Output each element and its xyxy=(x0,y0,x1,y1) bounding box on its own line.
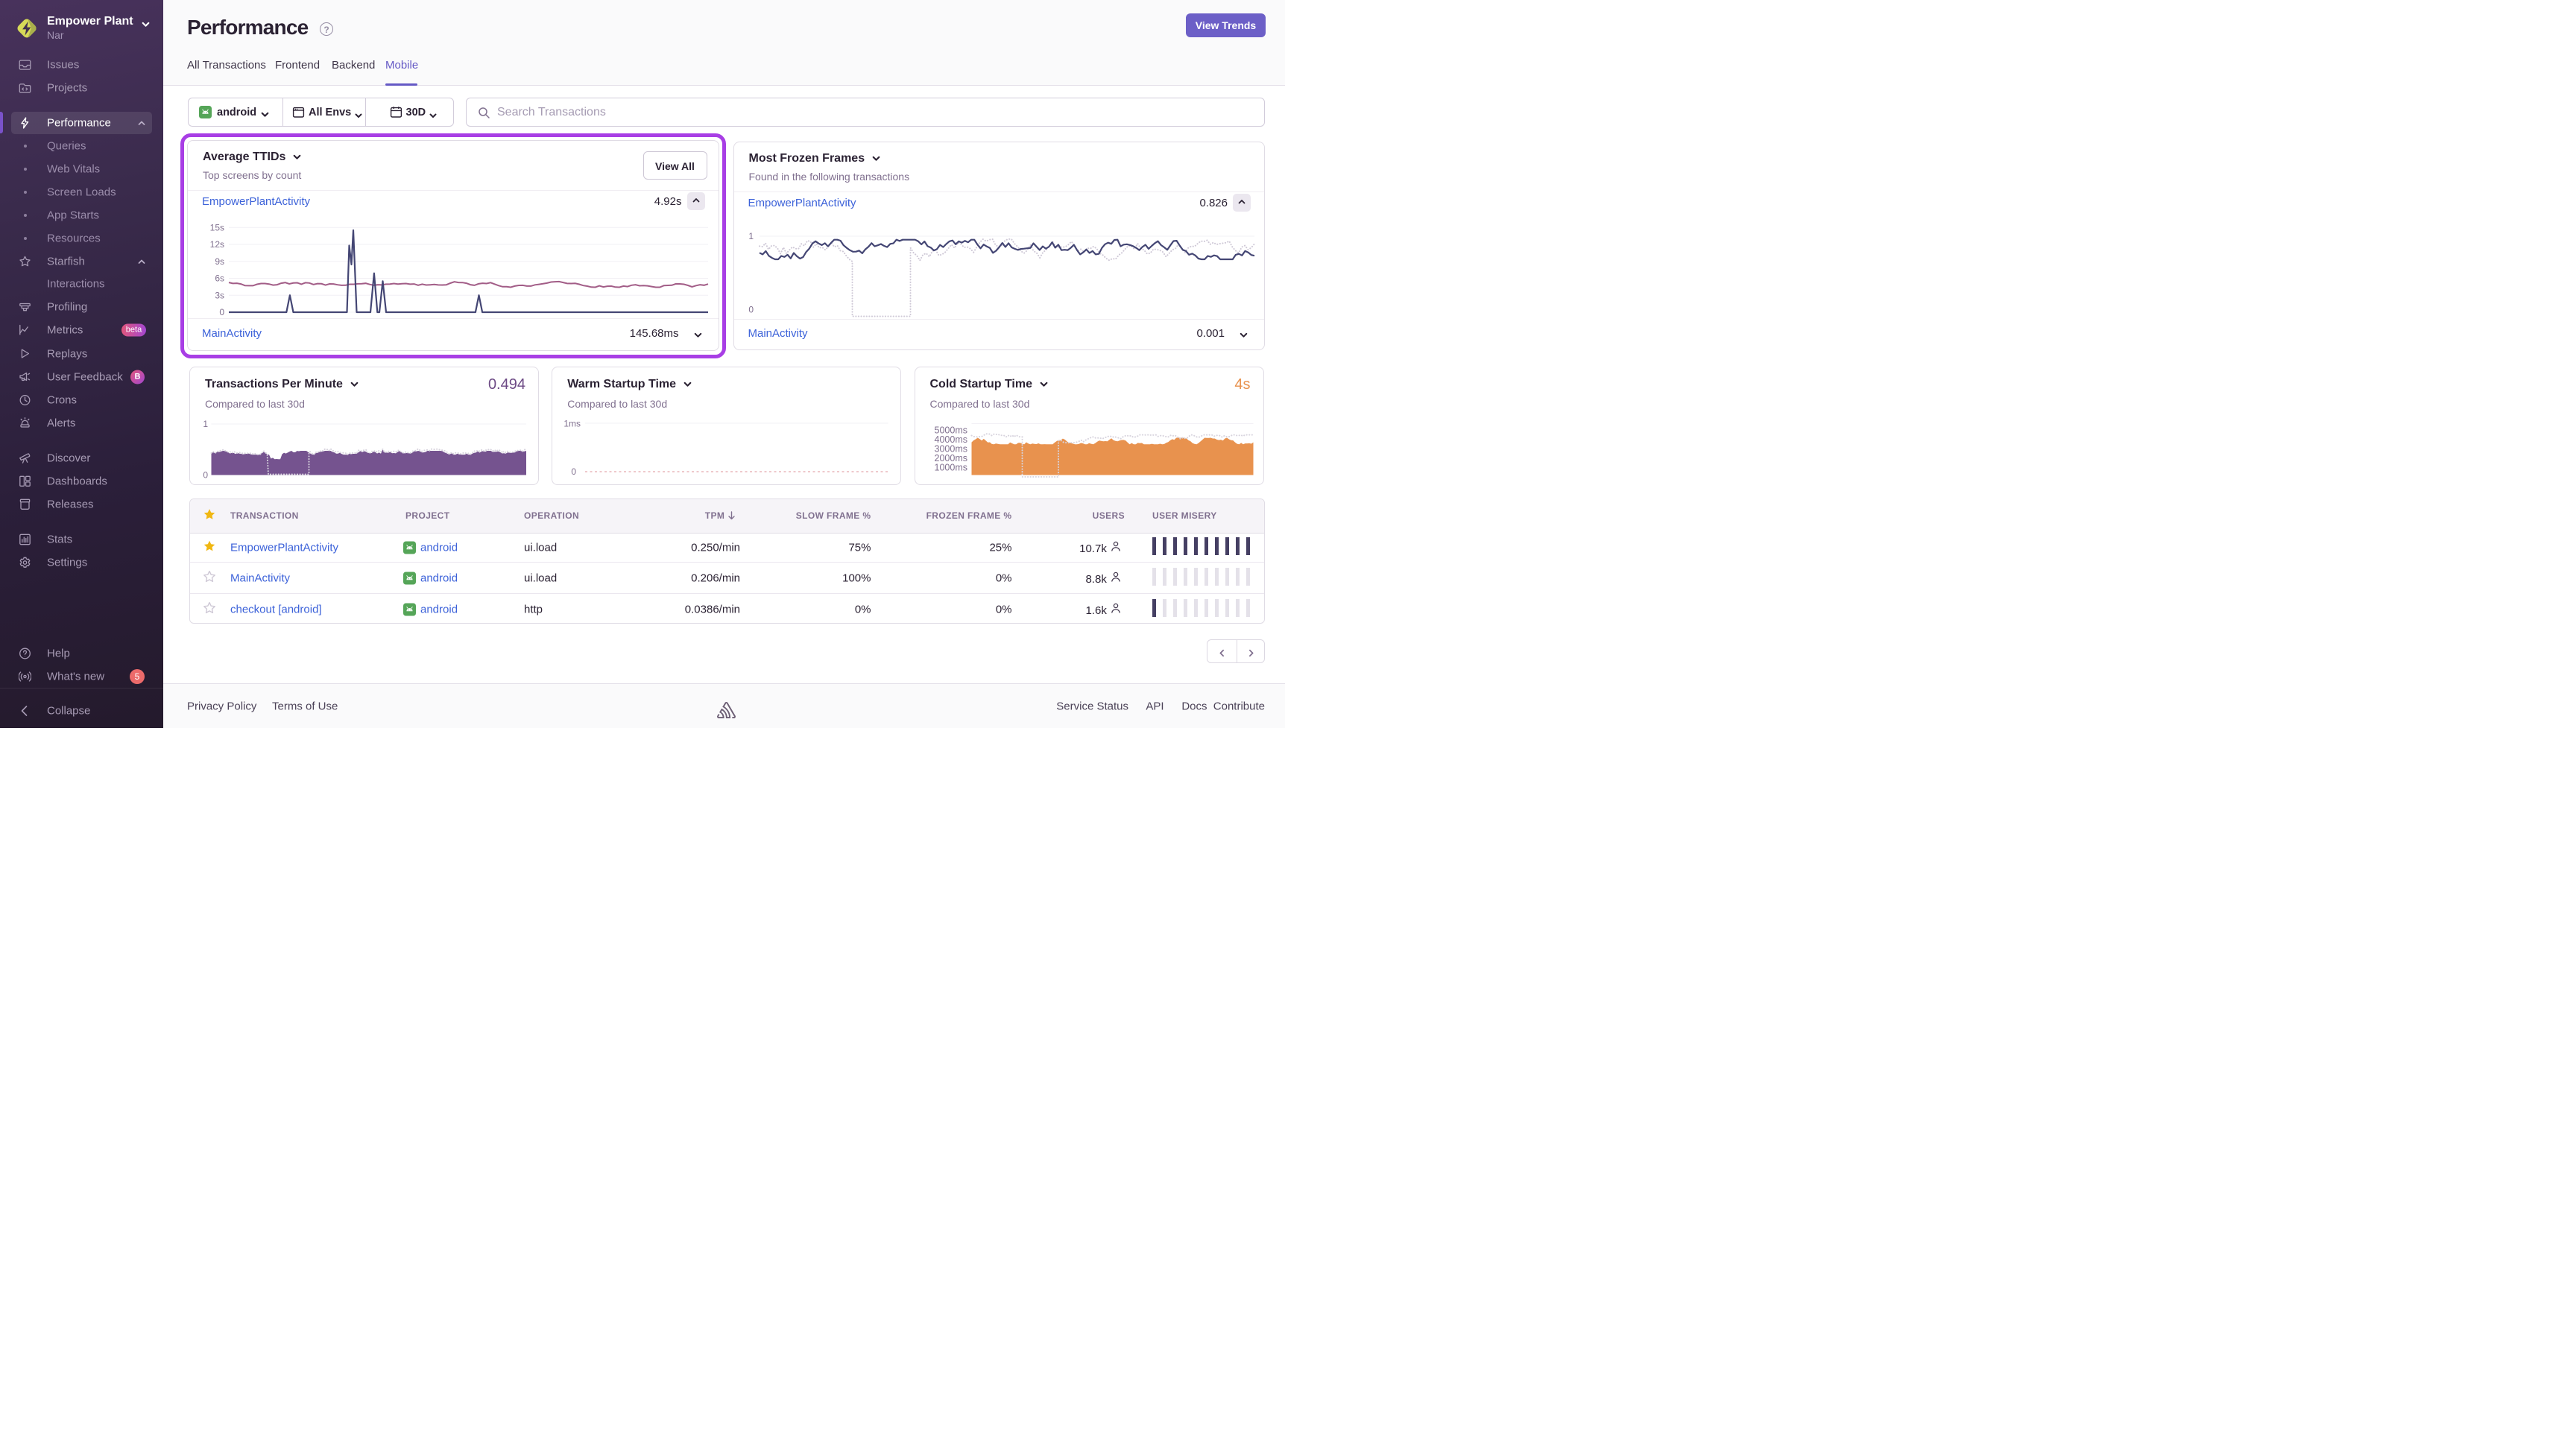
svg-text:1: 1 xyxy=(203,419,208,429)
svg-text:3s: 3s xyxy=(215,290,224,300)
svg-text:0: 0 xyxy=(219,307,224,317)
svg-text:15s: 15s xyxy=(210,222,224,232)
svg-text:1ms: 1ms xyxy=(564,419,581,429)
svg-text:0: 0 xyxy=(572,466,577,477)
svg-text:0: 0 xyxy=(203,470,208,481)
svg-text:1000ms: 1000ms xyxy=(934,463,967,473)
svg-text:1: 1 xyxy=(748,231,754,241)
svg-text:6s: 6s xyxy=(215,273,224,284)
svg-text:9s: 9s xyxy=(215,256,224,267)
svg-text:0: 0 xyxy=(748,305,754,315)
svg-text:12s: 12s xyxy=(210,239,224,250)
